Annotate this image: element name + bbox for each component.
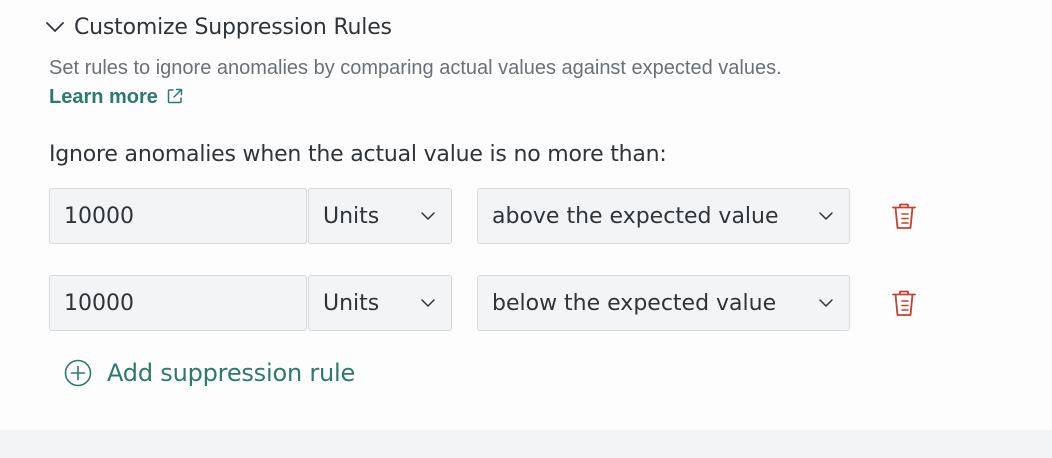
direction-select-value: above the expected value [492,203,779,229]
learn-more-link[interactable]: Learn more [49,86,184,108]
trash-icon[interactable] [889,201,919,231]
section-toggle[interactable]: Customize Suppression Rules [44,12,392,42]
learn-more-label: Learn more [49,86,158,108]
unit-select[interactable]: Units [308,275,452,331]
chevron-down-icon [819,299,833,307]
chevron-down-icon [421,299,435,307]
plus-circle-icon [64,359,92,387]
rules-label: Ignore anomalies when the actual value i… [49,142,667,167]
rule-value-input[interactable] [49,188,307,244]
direction-select-value: below the expected value [492,290,777,316]
chevron-down-icon [46,22,64,32]
section-title: Customize Suppression Rules [74,14,392,40]
description: Set rules to ignore anomalies by compari… [49,54,789,112]
footer-band [0,430,1052,458]
unit-select-value: Units [323,290,380,316]
unit-select-value: Units [323,203,380,229]
direction-select[interactable]: below the expected value [477,275,850,331]
suppression-rules-panel: Customize Suppression Rules Set rules to… [0,0,1052,430]
unit-select[interactable]: Units [308,188,452,244]
chevron-down-icon [421,212,435,220]
direction-select[interactable]: above the expected value [477,188,850,244]
add-suppression-rule-label: Add suppression rule [107,359,356,387]
add-suppression-rule-button[interactable]: Add suppression rule [64,356,355,390]
trash-icon[interactable] [889,288,919,318]
rule-value-input[interactable] [49,275,307,331]
suppression-rule-row: Units above the expected value [49,188,929,246]
description-text: Set rules to ignore anomalies by compari… [49,57,782,79]
suppression-rule-row: Units below the expected value [49,275,929,333]
external-link-icon [167,88,183,104]
chevron-down-icon [819,212,833,220]
